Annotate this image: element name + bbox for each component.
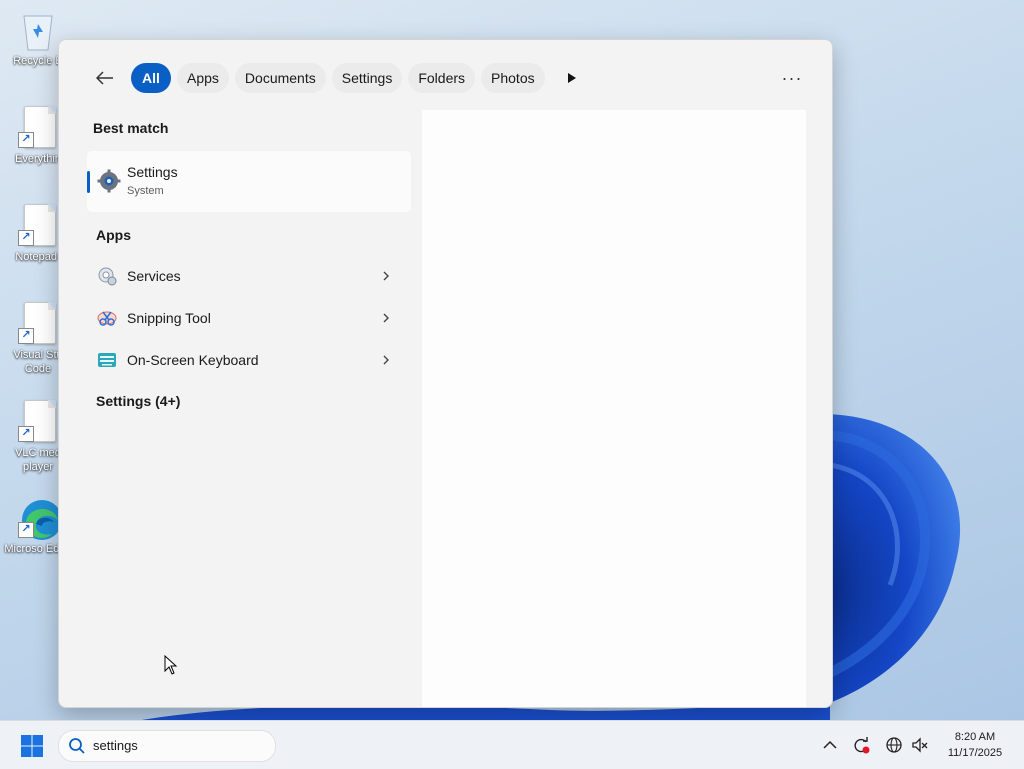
windows-start-icon[interactable]	[20, 734, 44, 758]
services-icon	[98, 267, 117, 286]
settings-section-heading[interactable]: Settings (4+)	[96, 393, 180, 409]
search-input[interactable]	[93, 735, 263, 755]
sync-icon[interactable]	[852, 736, 870, 754]
filter-apps[interactable]: Apps	[177, 63, 229, 93]
filter-settings[interactable]: Settings	[331, 63, 403, 93]
snipping-tool-icon	[97, 311, 117, 326]
app-item-label: On-Screen Keyboard	[127, 352, 259, 368]
preview-pane	[422, 110, 806, 707]
selection-indicator	[87, 171, 90, 193]
best-match-subtitle: System	[127, 185, 164, 197]
chevron-up-icon[interactable]	[821, 736, 839, 754]
taskbar-clock[interactable]: 8:20 AM 11/17/2025	[940, 729, 1010, 761]
best-match-name: Settings	[127, 164, 178, 180]
filter-bar: All Apps Documents Settings Folders Phot…	[89, 62, 585, 94]
gear-icon	[97, 169, 121, 193]
app-item-label: Services	[127, 268, 181, 284]
more-filters-button[interactable]	[559, 63, 585, 93]
keyboard-icon	[98, 353, 116, 367]
shortcut-file-icon: ↗	[18, 106, 58, 150]
shortcut-file-icon: ↗	[18, 204, 58, 248]
taskbar-search-box[interactable]	[58, 730, 276, 762]
best-match-heading: Best match	[93, 120, 169, 136]
volume-muted-icon[interactable]	[911, 736, 929, 754]
filter-photos[interactable]: Photos	[481, 63, 545, 93]
recycle-bin-icon	[18, 8, 58, 52]
best-match-settings[interactable]: Settings System	[87, 151, 411, 212]
chevron-right-icon	[383, 313, 389, 323]
shortcut-file-icon: ↗	[18, 302, 58, 346]
app-item-snipping-tool[interactable]: Snipping Tool	[87, 298, 411, 338]
clock-date: 11/17/2025	[947, 747, 1003, 759]
shortcut-file-icon: ↗	[18, 400, 58, 444]
mouse-cursor-icon	[164, 655, 178, 675]
network-icon[interactable]	[885, 736, 903, 754]
arrow-left-icon	[96, 71, 113, 85]
apps-heading: Apps	[96, 227, 131, 243]
app-item-services[interactable]: Services	[87, 256, 411, 296]
filter-folders[interactable]: Folders	[408, 63, 476, 93]
app-item-label: Snipping Tool	[127, 310, 211, 326]
app-item-on-screen-keyboard[interactable]: On-Screen Keyboard	[87, 340, 411, 380]
back-button[interactable]	[89, 62, 121, 94]
edge-icon: ↗	[18, 496, 62, 540]
filter-documents[interactable]: Documents	[234, 63, 326, 93]
search-icon	[69, 738, 85, 754]
chevron-right-icon	[383, 355, 389, 365]
chevron-right-icon	[383, 271, 389, 281]
taskbar: 8:20 AM 11/17/2025	[0, 720, 1024, 769]
filter-all[interactable]: All	[131, 63, 171, 93]
search-panel: All Apps Documents Settings Folders Phot…	[58, 39, 833, 708]
more-options-button[interactable]: ···	[777, 65, 807, 91]
play-icon	[567, 73, 576, 83]
clock-time: 8:20 AM	[954, 731, 996, 743]
